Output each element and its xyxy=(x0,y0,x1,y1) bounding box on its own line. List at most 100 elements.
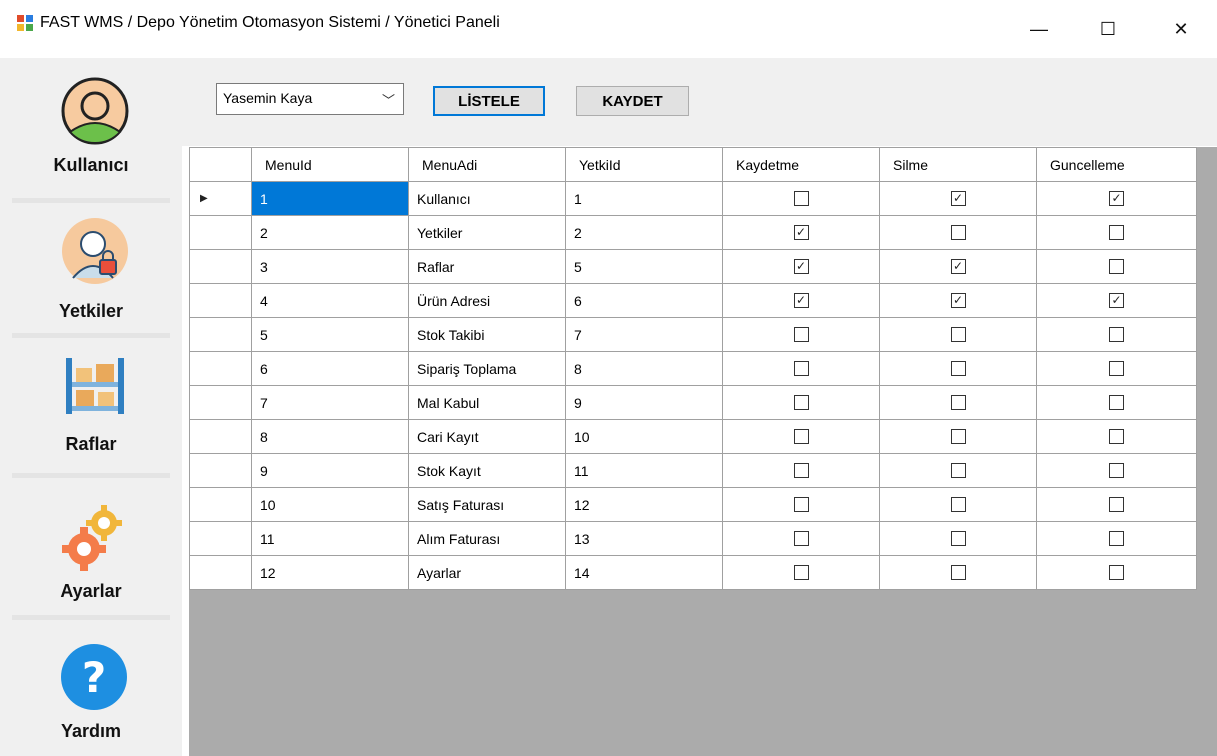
table-row[interactable]: 12 Ayarlar 14 xyxy=(189,555,1197,590)
guncelleme-checkbox[interactable] xyxy=(1109,531,1124,546)
row-header[interactable] xyxy=(189,521,252,556)
table-cell-menuid[interactable]: 10 xyxy=(251,487,409,522)
table-cell-yetkiid[interactable]: 13 xyxy=(565,521,723,556)
row-header[interactable] xyxy=(189,419,252,454)
guncelleme-checkbox[interactable] xyxy=(1109,429,1124,444)
row-header[interactable] xyxy=(189,555,252,590)
table-row[interactable]: 8 Cari Kayıt 10 xyxy=(189,419,1197,454)
table-cell-menuadi[interactable]: Sipariş Toplama xyxy=(408,351,566,386)
kaydetme-checkbox[interactable]: ✓ xyxy=(793,225,809,240)
table-row[interactable]: 11 Alım Faturası 13 xyxy=(189,521,1197,556)
table-cell-yetkiid[interactable]: 9 xyxy=(565,385,723,420)
column-header[interactable]: Silme xyxy=(879,147,1037,182)
table-cell-menuadi[interactable]: Raflar xyxy=(408,249,566,284)
column-header[interactable]: YetkiId xyxy=(565,147,723,182)
sidebar-item-kullanici[interactable]: Kullanıcı xyxy=(0,58,182,198)
list-button[interactable]: LİSTELE xyxy=(433,86,545,116)
kaydetme-checkbox[interactable]: ✓ xyxy=(793,259,809,274)
silme-checkbox[interactable] xyxy=(950,531,966,546)
table-cell-menuid[interactable]: 4 xyxy=(251,283,409,318)
table-cell-menuid[interactable]: 6 xyxy=(251,351,409,386)
guncelleme-checkbox[interactable] xyxy=(1109,395,1124,410)
table-cell-yetkiid[interactable]: 14 xyxy=(565,555,723,590)
table-cell-menuadi[interactable]: Stok Kayıt xyxy=(408,453,566,488)
table-row[interactable]: 10 Satış Faturası 12 xyxy=(189,487,1197,522)
guncelleme-checkbox[interactable] xyxy=(1109,497,1124,512)
table-row[interactable]: 6 Sipariş Toplama 8 xyxy=(189,351,1197,386)
silme-checkbox[interactable] xyxy=(950,463,966,478)
table-cell-yetkiid[interactable]: 12 xyxy=(565,487,723,522)
guncelleme-checkbox[interactable] xyxy=(1109,259,1124,274)
table-cell-menuid[interactable]: 1 xyxy=(251,181,409,216)
guncelleme-checkbox[interactable] xyxy=(1109,225,1124,240)
kaydetme-checkbox[interactable] xyxy=(793,327,809,342)
table-cell-menuid[interactable]: 3 xyxy=(251,249,409,284)
silme-checkbox[interactable] xyxy=(950,565,966,580)
column-header[interactable]: MenuId xyxy=(251,147,409,182)
row-header[interactable] xyxy=(189,283,252,318)
user-select[interactable]: Yasemin Kaya ﹀ xyxy=(216,83,404,115)
close-button[interactable]: ✕ xyxy=(1158,0,1204,58)
table-cell-menuadi[interactable]: Ürün Adresi xyxy=(408,283,566,318)
table-cell-yetkiid[interactable]: 6 xyxy=(565,283,723,318)
guncelleme-checkbox[interactable] xyxy=(1109,463,1124,478)
column-header[interactable]: MenuAdi xyxy=(408,147,566,182)
sidebar-item-yetkiler[interactable]: Yetkiler xyxy=(0,203,182,333)
kaydetme-checkbox[interactable] xyxy=(793,497,809,512)
table-cell-menuadi[interactable]: Satış Faturası xyxy=(408,487,566,522)
silme-checkbox[interactable]: ✓ xyxy=(950,191,966,206)
table-cell-yetkiid[interactable]: 8 xyxy=(565,351,723,386)
silme-checkbox[interactable] xyxy=(950,395,966,410)
table-row[interactable]: 9 Stok Kayıt 11 xyxy=(189,453,1197,488)
column-header[interactable]: Guncelleme xyxy=(1036,147,1197,182)
save-button[interactable]: KAYDET xyxy=(576,86,689,116)
table-cell-yetkiid[interactable]: 2 xyxy=(565,215,723,250)
table-cell-menuid[interactable]: 11 xyxy=(251,521,409,556)
guncelleme-checkbox[interactable]: ✓ xyxy=(1109,293,1124,308)
sidebar-item-ayarlar[interactable]: Ayarlar xyxy=(0,478,182,613)
silme-checkbox[interactable] xyxy=(950,361,966,376)
table-cell-yetkiid[interactable]: 7 xyxy=(565,317,723,352)
table-cell-menuadi[interactable]: Alım Faturası xyxy=(408,521,566,556)
silme-checkbox[interactable] xyxy=(950,327,966,342)
table-row[interactable]: 4 Ürün Adresi 6 ✓ ✓ ✓ xyxy=(189,283,1197,318)
row-header[interactable] xyxy=(189,215,252,250)
kaydetme-checkbox[interactable] xyxy=(793,463,809,478)
sidebar-item-yardim[interactable]: ? Yardım xyxy=(0,620,182,756)
guncelleme-checkbox[interactable] xyxy=(1109,361,1124,376)
row-header[interactable]: ▶ xyxy=(189,181,252,216)
table-cell-yetkiid[interactable]: 1 xyxy=(565,181,723,216)
kaydetme-checkbox[interactable] xyxy=(793,395,809,410)
table-cell-menuadi[interactable]: Ayarlar xyxy=(408,555,566,590)
kaydetme-checkbox[interactable]: ✓ xyxy=(793,293,809,308)
table-row[interactable]: 2 Yetkiler 2 ✓ xyxy=(189,215,1197,250)
row-header[interactable] xyxy=(189,453,252,488)
table-cell-menuid[interactable]: 9 xyxy=(251,453,409,488)
row-header[interactable] xyxy=(189,385,252,420)
column-header[interactable]: Kaydetme xyxy=(722,147,880,182)
sidebar-item-raflar[interactable]: Raflar xyxy=(0,338,182,463)
kaydetme-checkbox[interactable] xyxy=(793,361,809,376)
kaydetme-checkbox[interactable] xyxy=(793,429,809,444)
table-cell-yetkiid[interactable]: 5 xyxy=(565,249,723,284)
row-header[interactable] xyxy=(189,351,252,386)
table-cell-yetkiid[interactable]: 11 xyxy=(565,453,723,488)
table-cell-menuid[interactable]: 7 xyxy=(251,385,409,420)
table-row[interactable]: 7 Mal Kabul 9 xyxy=(189,385,1197,420)
row-header[interactable] xyxy=(189,249,252,284)
silme-checkbox[interactable]: ✓ xyxy=(950,293,966,308)
table-cell-menuid[interactable]: 5 xyxy=(251,317,409,352)
maximize-button[interactable]: ☐ xyxy=(1085,0,1131,58)
table-cell-menuadi[interactable]: Cari Kayıt xyxy=(408,419,566,454)
guncelleme-checkbox[interactable] xyxy=(1109,565,1124,580)
table-row[interactable]: 5 Stok Takibi 7 xyxy=(189,317,1197,352)
kaydetme-checkbox[interactable] xyxy=(793,531,809,546)
minimize-button[interactable]: — xyxy=(1016,0,1062,58)
table-cell-menuadi[interactable]: Yetkiler xyxy=(408,215,566,250)
kaydetme-checkbox[interactable] xyxy=(793,565,809,580)
table-cell-menuadi[interactable]: Stok Takibi xyxy=(408,317,566,352)
row-header[interactable] xyxy=(189,317,252,352)
silme-checkbox[interactable]: ✓ xyxy=(950,259,966,274)
table-cell-yetkiid[interactable]: 10 xyxy=(565,419,723,454)
silme-checkbox[interactable] xyxy=(950,497,966,512)
